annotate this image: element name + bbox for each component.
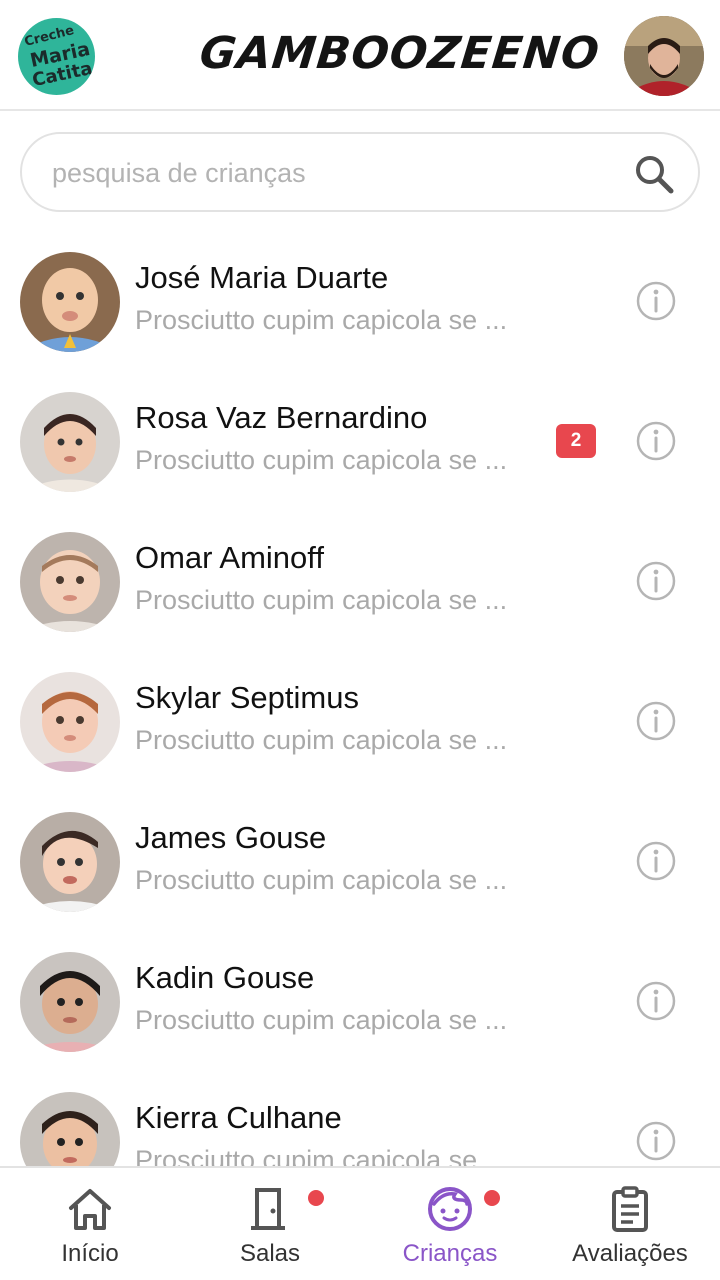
child-avatar <box>20 252 120 352</box>
info-icon[interactable] <box>635 560 677 602</box>
child-avatar <box>20 532 120 632</box>
list-item[interactable]: James Gouse Prosciutto cupim capicola se… <box>0 790 720 930</box>
search-input[interactable] <box>52 152 612 194</box>
child-avatar <box>20 952 120 1052</box>
info-icon[interactable] <box>635 980 677 1022</box>
message-preview: Prosciutto cupim capicola se ... <box>135 1005 508 1035</box>
door-icon <box>251 1188 285 1230</box>
message-preview: Prosciutto cupim capicola se ... <box>135 865 508 895</box>
nav-label: Avaliações <box>572 1240 688 1267</box>
list-item[interactable]: Kadin Gouse Prosciutto cupim capicola se… <box>0 930 720 1070</box>
clipboard-icon <box>612 1186 648 1232</box>
nav-criancas[interactable]: Crianças <box>360 1168 540 1280</box>
list-item[interactable]: Omar Aminoff Prosciutto cupim capicola s… <box>0 510 720 650</box>
message-preview: Prosciutto cupim capicola se ... <box>135 1145 508 1166</box>
user-avatar-icon <box>624 16 704 96</box>
nav-avaliacoes[interactable]: Avaliações <box>540 1168 720 1280</box>
message-preview: Prosciutto cupim capicola se ... <box>135 725 508 755</box>
nav-label: Início <box>61 1240 119 1267</box>
school-logo[interactable]: Creche Maria Catita <box>18 18 95 95</box>
child-name: Omar Aminoff <box>135 540 324 575</box>
child-avatar <box>20 1092 120 1166</box>
info-icon[interactable] <box>635 1120 677 1162</box>
child-avatar <box>20 672 120 772</box>
profile-avatar[interactable] <box>624 16 704 96</box>
notification-dot <box>308 1190 324 1206</box>
info-icon[interactable] <box>635 840 677 882</box>
child-face-icon <box>428 1187 472 1231</box>
info-icon[interactable] <box>635 420 677 462</box>
search-icon[interactable] <box>632 152 676 196</box>
children-list: José Maria Duarte Prosciutto cupim capic… <box>0 230 720 1166</box>
message-preview: Prosciutto cupim capicola se ... <box>135 305 508 335</box>
search-bar <box>20 132 700 212</box>
child-avatar <box>20 812 120 912</box>
list-item[interactable]: José Maria Duarte Prosciutto cupim capic… <box>0 230 720 370</box>
nav-label: Crianças <box>402 1240 498 1267</box>
unread-badge: 2 <box>556 424 596 458</box>
home-icon <box>69 1189 111 1230</box>
message-preview: Prosciutto cupim capicola se ... <box>135 445 508 475</box>
child-name: Rosa Vaz Bernardino <box>135 400 428 435</box>
list-item[interactable]: Rosa Vaz Bernardino Prosciutto cupim cap… <box>0 370 720 510</box>
nav-salas[interactable]: Salas <box>180 1168 360 1280</box>
child-name: Kadin Gouse <box>135 960 315 995</box>
child-name: Skylar Septimus <box>135 680 359 715</box>
brand-title: GAMBOOZEENO <box>197 28 603 79</box>
notification-dot <box>484 1190 500 1206</box>
nav-label: Salas <box>239 1240 301 1267</box>
message-preview: Prosciutto cupim capicola se ... <box>135 585 508 615</box>
list-item[interactable]: Kierra Culhane Prosciutto cupim capicola… <box>0 1070 720 1166</box>
child-avatar <box>20 392 120 492</box>
app-header: Creche Maria Catita GAMBOOZEENO <box>0 0 720 111</box>
bottom-nav: Início Salas Crianças Avaliações <box>0 1166 720 1280</box>
child-name: Kierra Culhane <box>135 1100 342 1135</box>
child-name: James Gouse <box>135 820 327 855</box>
list-item[interactable]: Skylar Septimus Prosciutto cupim capicol… <box>0 650 720 790</box>
nav-inicio[interactable]: Início <box>0 1168 180 1280</box>
info-icon[interactable] <box>635 700 677 742</box>
info-icon[interactable] <box>635 280 677 322</box>
child-name: José Maria Duarte <box>135 260 389 295</box>
